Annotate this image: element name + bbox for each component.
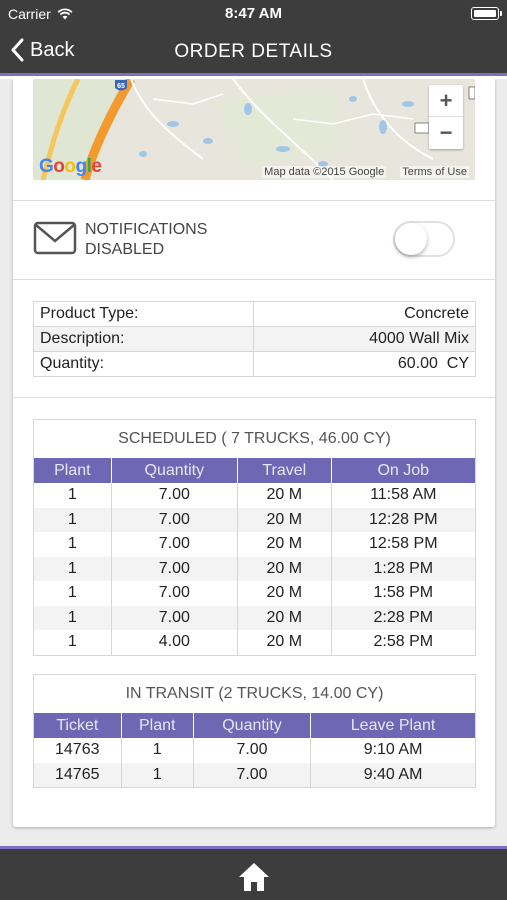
table-cell: 9:10 AM bbox=[310, 738, 475, 763]
table-cell: 20 M bbox=[237, 507, 332, 532]
table-header-row: Ticket Plant Quantity Leave Plant bbox=[34, 713, 475, 738]
table-row: 1 7.00 20 M 12:28 PM bbox=[34, 507, 475, 532]
table-cell: 1 bbox=[67, 535, 77, 553]
map-zoom-control: + − bbox=[429, 85, 463, 149]
table-cell: 1 bbox=[120, 738, 194, 763]
in-transit-rows: 14763 1 7.00 9:10 AM 14765 1 7.00 9:40 AM bbox=[34, 738, 475, 787]
column-header: Ticket bbox=[34, 713, 121, 738]
divider bbox=[13, 200, 495, 201]
table-cell: 7.00 bbox=[110, 483, 238, 508]
zoom-in-button[interactable]: + bbox=[429, 85, 463, 117]
home-icon[interactable] bbox=[237, 861, 271, 893]
description-label: Description: bbox=[33, 326, 254, 352]
nav-bar: Back ORDER DETAILS bbox=[0, 28, 507, 76]
table-cell: 2:28 PM bbox=[330, 605, 475, 630]
table-cell: 1 bbox=[34, 556, 112, 581]
table-cell: 7.00 bbox=[110, 532, 238, 557]
table-row: Quantity: 60.00 CY bbox=[33, 351, 477, 377]
table-cell: 12:28 PM bbox=[330, 507, 475, 532]
divider bbox=[13, 397, 495, 398]
table-cell: 1:58 PM bbox=[330, 581, 475, 606]
table-cell: 1 bbox=[34, 507, 112, 532]
table-row: 1 7.00 20 M 12:58 PM bbox=[34, 532, 475, 557]
table-cell: 9:40 AM bbox=[310, 762, 475, 787]
toggle-knob bbox=[395, 223, 427, 255]
table-row: 1 7.00 20 M 1:58 PM bbox=[34, 581, 475, 606]
column-header: Quantity bbox=[110, 458, 238, 483]
table-row: 1 7.00 20 M 11:58 AM bbox=[34, 483, 475, 508]
table-header-row: Plant Quantity Travel On Job bbox=[34, 458, 475, 483]
in-transit-section: IN TRANSIT (2 TRUCKS, 14.00 CY) Ticket P… bbox=[33, 674, 476, 788]
table-cell: 1 bbox=[120, 762, 194, 787]
column-header: On Job bbox=[330, 458, 475, 483]
status-time: 8:47 AM bbox=[225, 5, 282, 22]
order-card: 65 + − Google Map data ©2015 Google Term… bbox=[13, 79, 495, 827]
divider bbox=[13, 279, 495, 280]
table-row: 1 7.00 20 M 1:28 PM bbox=[34, 556, 475, 581]
status-bar: Carrier 8:47 AM bbox=[0, 0, 507, 28]
column-header: Plant bbox=[120, 713, 194, 738]
table-cell: 2:58 PM bbox=[330, 630, 475, 655]
scheduled-title: SCHEDULED ( 7 TRUCKS, 46.00 CY) bbox=[118, 430, 391, 447]
table-cell: 7.00 bbox=[192, 762, 311, 787]
table-row: 14765 1 7.00 9:40 AM bbox=[34, 762, 475, 787]
column-header: Quantity bbox=[192, 713, 311, 738]
map-data-label: Map data ©2015 Google bbox=[262, 166, 387, 178]
table-cell: 1 bbox=[67, 633, 77, 651]
table-cell: 14765 bbox=[34, 762, 121, 787]
table-cell: 1 bbox=[34, 605, 112, 630]
description-value: 4000 Wall Mix bbox=[252, 326, 477, 352]
map-attribution: Map data ©2015 Google Terms of Use bbox=[262, 166, 469, 178]
content-area[interactable]: 65 + − Google Map data ©2015 Google Term… bbox=[0, 79, 507, 846]
table-cell: 7.00 bbox=[192, 738, 311, 763]
table-cell: 7.00 bbox=[110, 581, 238, 606]
table-cell: 12:58 PM bbox=[330, 532, 475, 557]
table-row: 1 7.00 20 M 2:28 PM bbox=[34, 605, 475, 630]
table-cell: 7.00 bbox=[110, 507, 238, 532]
table-row: Product Type: Concrete bbox=[33, 301, 477, 327]
battery-icon bbox=[471, 7, 502, 20]
quantity-value: 60.00 CY bbox=[252, 351, 477, 377]
table-cell: 20 M bbox=[237, 532, 332, 557]
table-row: 1 4.00 20 M 2:58 PM bbox=[34, 630, 475, 655]
column-header: Leave Plant bbox=[310, 713, 475, 738]
table-cell: 4.00 bbox=[110, 630, 238, 655]
table-cell: 14763 bbox=[55, 741, 100, 759]
table-cell: 20 M bbox=[237, 605, 332, 630]
product-table: Product Type: Concrete Description: 4000… bbox=[33, 301, 477, 377]
table-cell: 20 M bbox=[237, 556, 332, 581]
bottom-bar bbox=[0, 846, 507, 900]
column-header: Plant bbox=[34, 458, 112, 483]
table-cell: 1 bbox=[67, 584, 77, 602]
in-transit-table: Ticket Plant Quantity Leave Plant 14763 1… bbox=[34, 713, 475, 787]
product-type-value: Concrete bbox=[252, 301, 477, 327]
notifications-toggle[interactable] bbox=[393, 221, 455, 257]
scheduled-table: Plant Quantity Travel On Job 1 7.00 20 M 11… bbox=[34, 458, 475, 655]
in-transit-title: IN TRANSIT (2 TRUCKS, 14.00 CY) bbox=[125, 685, 384, 702]
column-header: Travel bbox=[237, 458, 332, 483]
table-cell: 20 M bbox=[237, 630, 332, 655]
table-cell: 1:28 PM bbox=[330, 556, 475, 581]
quantity-label: Quantity: bbox=[33, 351, 254, 377]
notifications-label: NOTIFICATIONS DISABLED bbox=[85, 221, 208, 258]
table-cell: 7.00 bbox=[110, 556, 238, 581]
zoom-out-button[interactable]: − bbox=[429, 117, 463, 149]
page-title: ORDER DETAILS bbox=[174, 41, 333, 62]
scheduled-rows: 1 7.00 20 M 11:58 AM 1 7.00 20 M 12:28 PM 1 7.00 2… bbox=[34, 483, 475, 655]
table-cell: 11:58 AM bbox=[330, 483, 475, 508]
terms-of-use-link[interactable]: Terms of Use bbox=[400, 166, 469, 178]
table-row: Description: 4000 Wall Mix bbox=[33, 326, 477, 352]
table-cell: 7.00 bbox=[110, 605, 238, 630]
map-view[interactable]: 65 + − Google Map data ©2015 Google Term… bbox=[33, 79, 475, 180]
highway-shield-label: 65 bbox=[117, 83, 125, 90]
table-cell: 1 bbox=[67, 486, 77, 504]
table-cell: 20 M bbox=[237, 483, 332, 508]
google-logo: Google bbox=[39, 156, 102, 177]
scheduled-section: SCHEDULED ( 7 TRUCKS, 46.00 CY) Plant Qu… bbox=[33, 419, 476, 656]
product-type-label: Product Type: bbox=[33, 301, 254, 327]
table-row: 14763 1 7.00 9:10 AM bbox=[34, 738, 475, 763]
envelope-icon bbox=[33, 221, 77, 255]
table-cell: 20 M bbox=[237, 581, 332, 606]
